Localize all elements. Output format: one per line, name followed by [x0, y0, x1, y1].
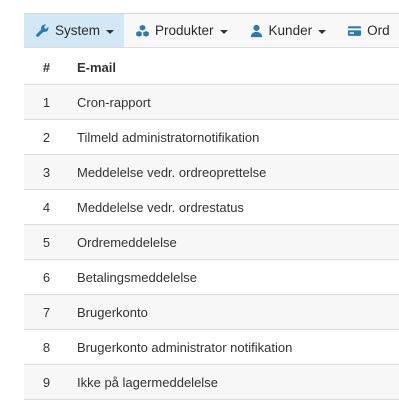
nav-item-produkter[interactable]: Produkter	[124, 14, 238, 47]
nav-item-system[interactable]: System	[24, 14, 125, 47]
row-number: 2	[24, 119, 69, 155]
row-email-name[interactable]: Betalingsmeddelelse	[69, 259, 399, 295]
table-row[interactable]: 9 Ikke på lagermeddelelse	[24, 364, 399, 400]
row-number: 6	[24, 259, 69, 295]
nav-item-label: Produkter	[155, 23, 214, 38]
table-row[interactable]: 5 Ordremeddelelse	[24, 224, 399, 260]
column-header-number[interactable]: #	[24, 50, 69, 85]
table-row[interactable]: 6 Betalingsmeddelelse	[24, 259, 399, 295]
nav-item-label: Ord	[367, 23, 390, 38]
row-email-name[interactable]: Cron-rapport	[69, 84, 399, 120]
row-email-name[interactable]: Meddelelse vedr. ordreoprettelse	[69, 154, 399, 190]
table-row[interactable]: 3 Meddelelse vedr. ordreoprettelse	[24, 154, 399, 190]
table-row[interactable]: 2 Tilmeld administratornotifikation	[24, 119, 399, 155]
column-header-email[interactable]: E-mail	[69, 50, 399, 85]
nav-item-label: Kunder	[268, 23, 313, 38]
row-number: 4	[24, 189, 69, 225]
table-row[interactable]: 8 Brugerkonto administrator notifikation	[24, 329, 399, 365]
chevron-down-icon	[219, 29, 228, 34]
table-row[interactable]: 7 Brugerkonto	[24, 294, 399, 330]
row-email-name[interactable]: Ordremeddelelse	[69, 224, 399, 260]
row-email-name[interactable]: Brugerkonto administrator notifikation	[69, 329, 399, 365]
row-email-name[interactable]: Tilmeld administratornotifikation	[69, 119, 399, 155]
nav-item-kunder[interactable]: Kunder	[238, 14, 337, 47]
credit-card-icon	[347, 24, 362, 38]
row-email-name[interactable]: Meddelelse vedr. ordrestatus	[69, 189, 399, 225]
chevron-down-icon	[106, 29, 115, 34]
row-number: 7	[24, 294, 69, 330]
top-navbar: System Produkter Kunder Ord	[24, 13, 399, 48]
nav-item-ordrer[interactable]: Ord	[336, 14, 399, 47]
email-table-container: # E-mail 1 Cron-rapport 2 Tilmeld admini…	[24, 50, 399, 400]
row-number: 9	[24, 364, 69, 400]
row-email-name[interactable]: Ikke på lagermeddelelse	[69, 364, 399, 400]
email-table: # E-mail 1 Cron-rapport 2 Tilmeld admini…	[24, 50, 399, 400]
chevron-down-icon	[318, 29, 327, 34]
row-number: 3	[24, 154, 69, 190]
row-number: 1	[24, 84, 69, 120]
table-row[interactable]: 1 Cron-rapport	[24, 84, 399, 120]
nav-item-label: System	[55, 23, 101, 38]
table-header-row: # E-mail	[24, 50, 399, 85]
user-icon	[249, 24, 264, 38]
row-email-name[interactable]: Brugerkonto	[69, 294, 399, 330]
row-number: 5	[24, 224, 69, 260]
table-row[interactable]: 4 Meddelelse vedr. ordrestatus	[24, 189, 399, 225]
wrench-icon	[35, 24, 50, 38]
row-number: 8	[24, 329, 69, 365]
cubes-icon	[135, 24, 150, 38]
